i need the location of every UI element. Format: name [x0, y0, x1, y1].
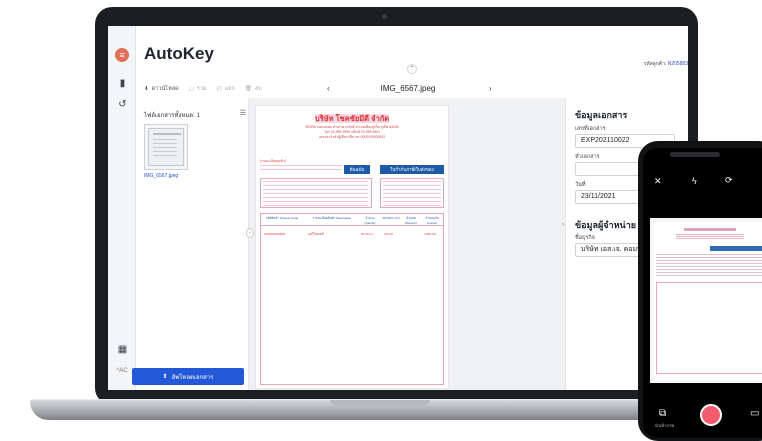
user-id[interactable]: N205883 [668, 61, 688, 67]
row-qty: 30.00 (c) [361, 232, 373, 236]
col-unit-header: หน่วยละ Unit [382, 216, 400, 220]
customer-info-lines [260, 165, 342, 173]
split-button[interactable]: ◰ แยก [217, 85, 235, 93]
current-filename: IMG_6567.jpeg [380, 84, 436, 93]
file-thumbnail[interactable] [144, 124, 188, 170]
original-tag: ต้นฉบับ [344, 165, 370, 174]
app-title: AutoKey [144, 44, 214, 63]
upload-document-button[interactable]: ⬆ อัพโหลดเอกสาร [132, 368, 244, 385]
invoice-address-3: เลขประจำตัวผู้เสียภาษีอากร 0000000000002 [318, 135, 386, 139]
phone-invoice-address [676, 234, 744, 240]
col-code-header: รหัสสินค้า Product Code [265, 216, 299, 220]
merge-icon: ▢ [188, 86, 194, 92]
invoice-box-lines [383, 181, 441, 206]
webcam [382, 14, 387, 19]
send-icon[interactable]: ▭ [750, 408, 759, 419]
user-info: รหัสลูกค้า: N205883 [644, 60, 688, 68]
app-logo-icon[interactable]: ≡ [115, 48, 129, 62]
split-label: แยก [224, 86, 235, 92]
invoice-preview: บริษัท โชคชัยมีดี จำกัด 99/995 ถนนปลอด ส… [256, 106, 448, 388]
download-button[interactable]: ⬇ ดาวน์โหลด [144, 85, 179, 93]
date-label: วันที่ [575, 182, 586, 188]
collapse-header-button[interactable]: ⌃ [407, 64, 417, 74]
shutter-button[interactable] [700, 404, 722, 426]
thumbnail-image [148, 128, 184, 166]
merge-label: รวม [196, 86, 207, 92]
download-label: ดาวน์โหลด [151, 86, 179, 92]
col-disc-header: ส่วนลด Discount [405, 216, 417, 225]
phone-invoice-title-line [684, 228, 736, 231]
user-label: รหัสลูกค้า: [643, 61, 668, 67]
row-desc: บุหรี่ไทยเคมี [308, 232, 324, 236]
phone-invoice-table [656, 282, 762, 374]
customer-section-title: [รายละเอียดลูกค้า] [260, 159, 286, 163]
close-icon[interactable]: ✕ [654, 176, 662, 187]
seller-name-label: ชื่อธุรกิจ [575, 235, 595, 241]
list-view-icon[interactable]: ☰ [240, 109, 246, 117]
prev-file-button[interactable]: ‹ [327, 84, 330, 93]
col-amount-header: จำนวนเงิน Amount [425, 216, 439, 225]
laptop-screen: ≡ ▮ ↺ ▦ ᴬAC AutoKey รหัสลูกค้า: N205883 … [108, 26, 688, 390]
row-unit: 110.00 [384, 232, 393, 236]
upload-icon: ⬆ [162, 374, 168, 380]
items-table [260, 213, 444, 385]
laptop-notch [330, 400, 430, 406]
file-panel: ไฟล์เอกสารทั้งหมด: 1 ☰ IMG_6567.jpeg [144, 104, 248, 390]
phone-invoice-tag [710, 246, 762, 251]
history-icon[interactable]: ↺ [117, 99, 128, 110]
file-thumbnail-name[interactable]: IMG_6567.jpeg [144, 173, 178, 179]
phone-invoice-details [656, 254, 762, 278]
collapse-right-icon[interactable]: › [562, 222, 564, 228]
col-qty-header: จำนวน Quantity [364, 216, 376, 225]
split-icon: ◰ [216, 86, 222, 92]
row-amount: 3,381.00 [424, 232, 436, 236]
documents-icon[interactable]: ▮ [117, 78, 128, 89]
invoice-company-text: บริษัท โชคชัยมีดี จำกัด [314, 114, 390, 123]
customer-box-lines [263, 181, 368, 206]
upload-label: อัพโหลดเอกสาร [171, 374, 214, 381]
subject-label: หัวเอกสาร [575, 154, 600, 160]
ac-icon[interactable]: ᴬAC [112, 366, 132, 377]
collapse-left-button[interactable]: ‹ [246, 228, 254, 238]
table-header-divider [260, 225, 444, 226]
col-desc-header: รายละเอียดสินค้า Description [312, 216, 352, 220]
nav-rail: ≡ ▮ ↺ ▦ ᴬAC [108, 26, 136, 390]
doc-info-heading: ข้อมูลเอกสาร [575, 110, 628, 120]
flash-icon[interactable]: ϟ [692, 176, 697, 186]
phone-speaker [670, 152, 720, 157]
delete-label: ลบ [254, 86, 262, 92]
download-icon: ⬇ [144, 86, 149, 92]
apps-grid-icon[interactable]: ▦ [117, 344, 128, 355]
doc-no-label: เลขที่เอกสาร [575, 126, 606, 132]
merge-button[interactable]: ▢ รวม [189, 85, 207, 93]
gallery-label: นำเข้าภาพ [655, 423, 674, 428]
next-file-button[interactable]: › [489, 84, 492, 93]
delete-button[interactable]: 🗑 ลบ [245, 85, 262, 93]
invoice-company: บริษัท โชคชัยมีดี จำกัด [256, 113, 448, 125]
invoice-type-tag: ใบกำกับภาษี/ใบส่งของ [380, 165, 444, 174]
trash-icon: 🗑 [244, 86, 252, 92]
seller-heading: ข้อมูลผู้จำหน่าย [575, 220, 637, 230]
rotate-icon[interactable]: ⟳ [725, 175, 733, 186]
file-count-title: ไฟล์เอกสารทั้งหมด: 1 [144, 113, 200, 119]
toolbar: ⬇ ดาวน์โหลด ▢ รวม ◰ แยก 🗑 ลบ [144, 83, 262, 95]
phone-captured-invoice [654, 222, 762, 380]
gallery-icon[interactable]: ⧉ [659, 408, 666, 419]
row-code: 1000000000001 [264, 232, 286, 236]
